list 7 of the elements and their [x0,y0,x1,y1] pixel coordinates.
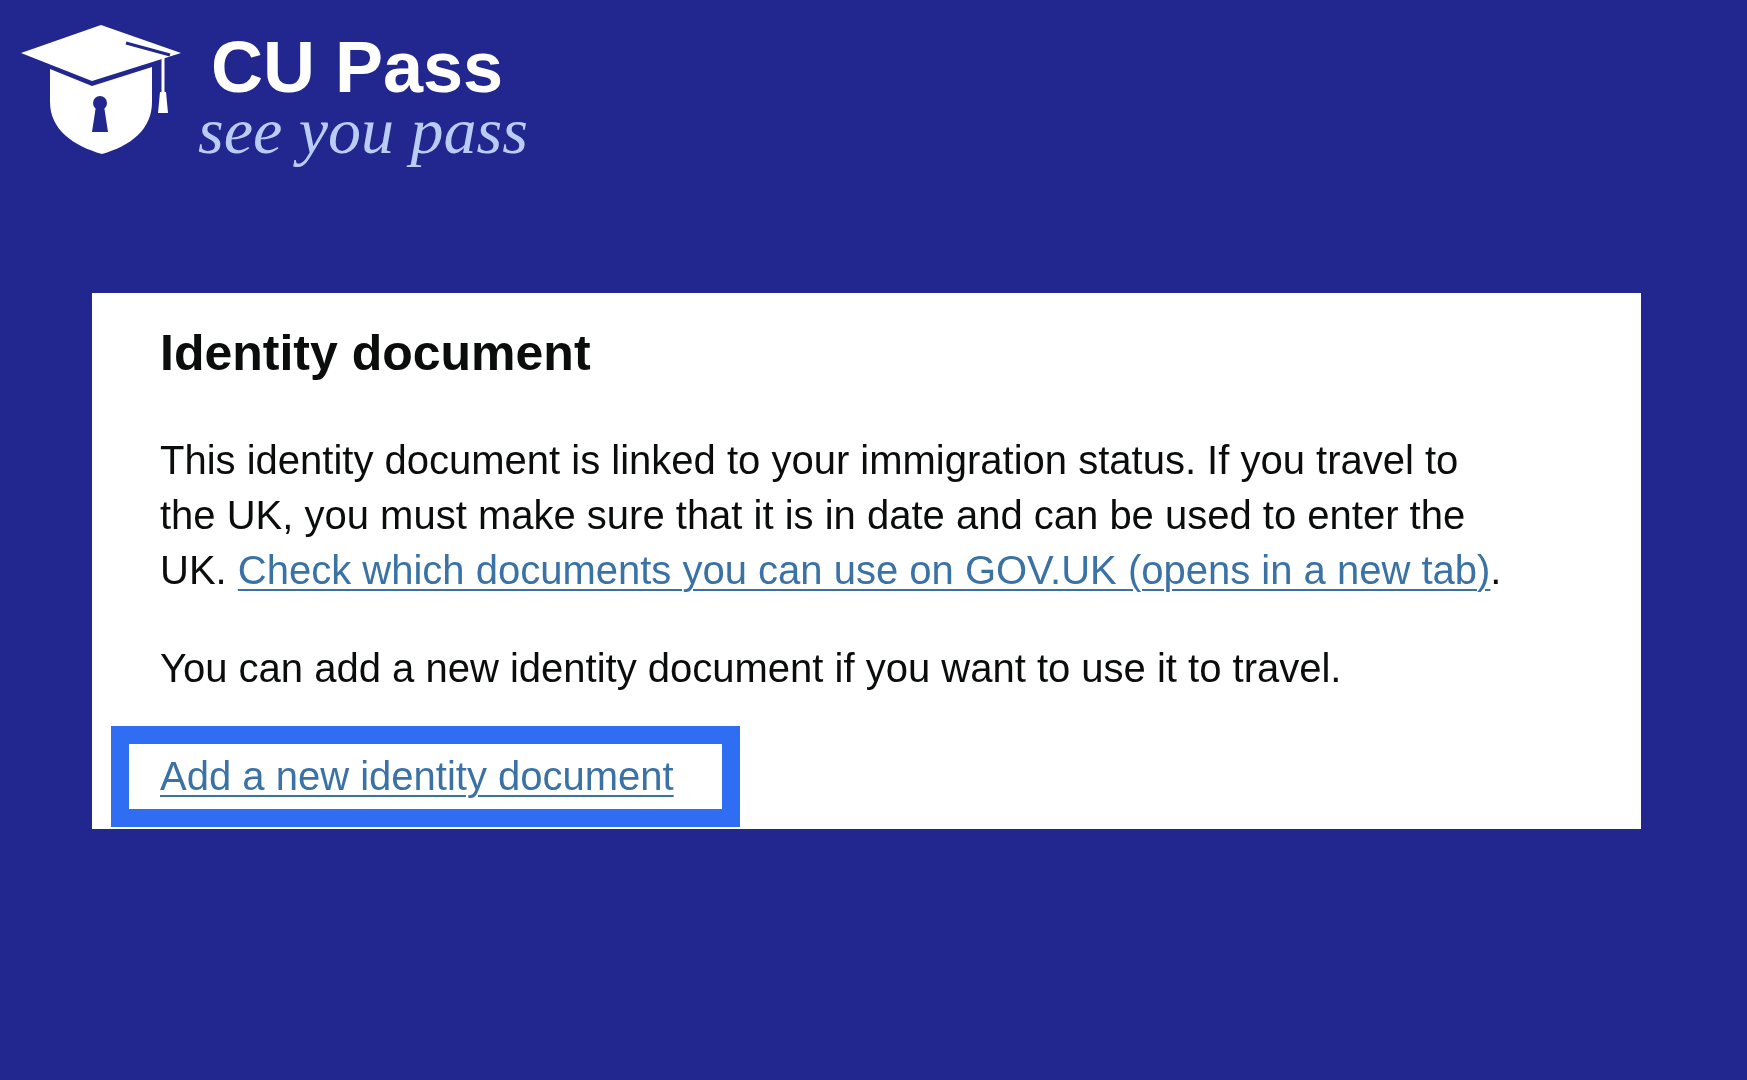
brand-tagline: see you pass [198,98,528,165]
card-title: Identity document [160,324,591,383]
gov-uk-link[interactable]: Check which documents you can use on GOV.UK (opens in a new tab) [237,548,1491,592]
paragraph: This identity document is linked to your immigration status. If you travel to the UK, you must make sure that it is in date and can be used to enter the UK. Check which documents you can use on GOV.UK (opens in a new tab). [160,437,1503,594]
brand-name: CU Pass [211,37,504,99]
add-document-link[interactable]: Add a new identity document [160,752,674,800]
paragraph: You can add a new identity document if you want to use it to travel. [160,645,1343,692]
